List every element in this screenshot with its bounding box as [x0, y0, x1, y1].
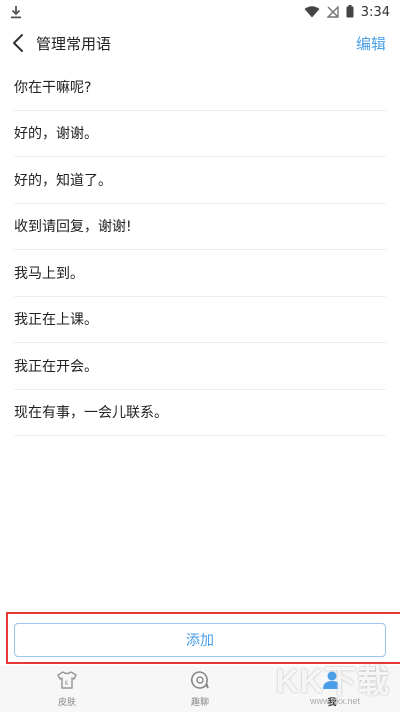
tab-skin[interactable]: K 皮肤: [37, 670, 97, 708]
status-bar: 3:34: [0, 0, 400, 24]
add-button[interactable]: 添加: [14, 623, 386, 657]
tshirt-icon: K: [56, 670, 78, 694]
chevron-left-icon[interactable]: [8, 32, 30, 54]
list-item[interactable]: 你在干嘛呢?: [14, 64, 386, 111]
list-item[interactable]: 我正在开会。: [14, 343, 386, 390]
watermark-url: www.kkx.net: [309, 696, 360, 706]
svg-text:K: K: [65, 680, 70, 687]
list-item[interactable]: 好的，知道了。: [14, 157, 386, 204]
list-item[interactable]: 好的，谢谢。: [14, 111, 386, 157]
status-icons: 3:34: [304, 3, 390, 22]
list-item[interactable]: 现在有事，一会儿联系。: [14, 390, 386, 436]
page-title: 管理常用语: [36, 35, 112, 53]
download-icon: [10, 4, 22, 23]
phrase-list: 你在干嘛呢? 好的，谢谢。 好的，知道了。 收到请回复，谢谢! 我马上到。 我正…: [0, 64, 400, 436]
tab-label: 趣聊: [190, 698, 209, 708]
tab-label: 皮肤: [57, 698, 76, 708]
tab-chat[interactable]: 趣聊: [170, 670, 230, 708]
wifi-icon: [304, 3, 320, 22]
nav-bar: 管理常用语 编辑: [0, 26, 400, 62]
edit-button[interactable]: 编辑: [356, 33, 386, 54]
list-item[interactable]: 收到请回复，谢谢!: [14, 204, 386, 250]
chat-icon: [189, 670, 211, 694]
no-signal-icon: [326, 3, 339, 22]
status-time: 3:34: [360, 5, 390, 20]
list-item[interactable]: 我正在上课。: [14, 297, 386, 343]
list-item[interactable]: 我马上到。: [14, 250, 386, 297]
battery-icon: [346, 3, 354, 22]
